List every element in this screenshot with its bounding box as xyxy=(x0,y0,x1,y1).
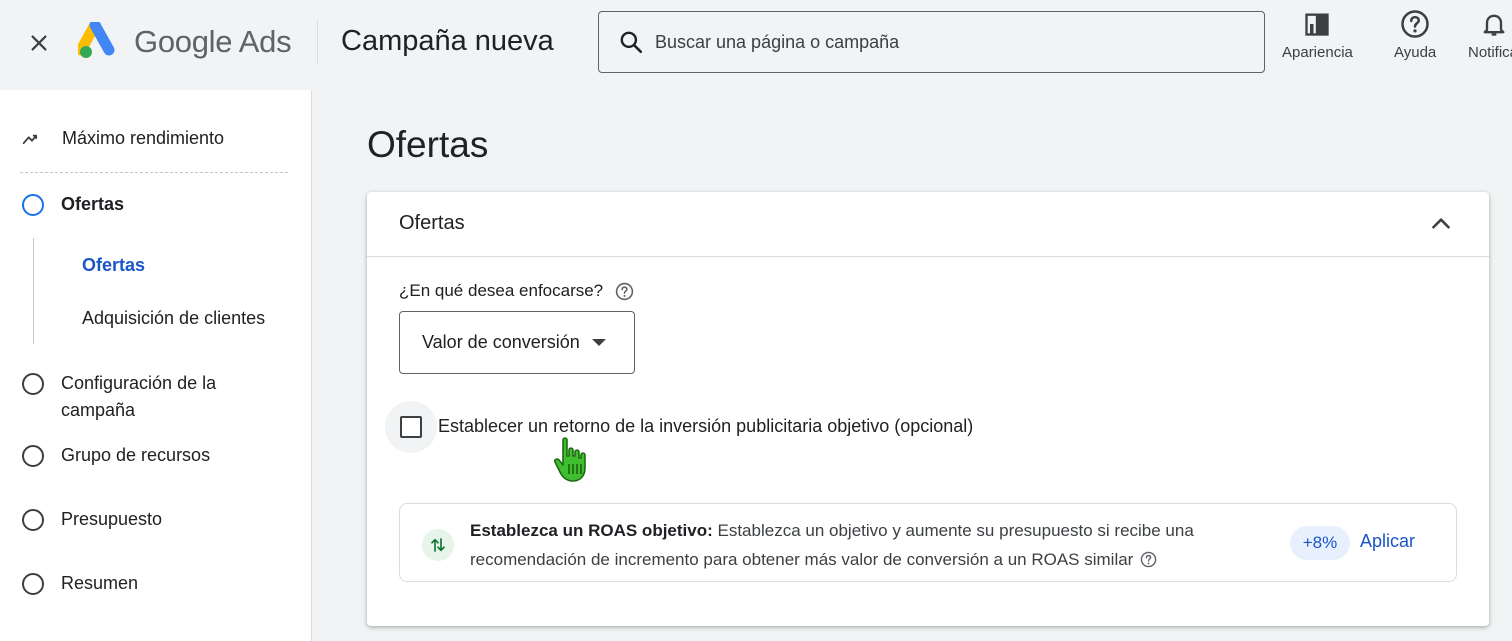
notifications-label: Notificaciones xyxy=(1468,44,1512,61)
campaign-type-label: Máximo rendimiento xyxy=(62,128,225,148)
card-title: Ofertas xyxy=(399,212,465,234)
step-presupuesto-indicator xyxy=(22,509,44,531)
campaign-steps-sidebar: Máximo rendimiento Ofertas Ofertas Adqui… xyxy=(0,90,312,641)
close-icon xyxy=(31,35,47,51)
appearance-icon xyxy=(1301,8,1333,40)
step-ofertas-indicator xyxy=(22,194,44,216)
notifications-button[interactable]: Notificaciones xyxy=(1468,8,1512,61)
recommendation-text: Establezca un ROAS objetivo: Establezca … xyxy=(470,516,1280,574)
roas-recommendation: Establezca un ROAS objetivo: Establezca … xyxy=(399,503,1457,582)
substep-adquisicion-clientes[interactable]: Adquisición de clientes xyxy=(82,308,265,329)
step-configuracion[interactable]: Configuración de la campaña xyxy=(22,373,282,424)
top-app-bar: Google Ads Campaña nueva Apariencia Ayud… xyxy=(0,0,1512,90)
step-ofertas-label: Ofertas xyxy=(61,194,125,214)
collapse-button[interactable] xyxy=(1425,208,1457,240)
roas-checkbox[interactable] xyxy=(385,401,437,453)
focus-question-text: ¿En qué desea enfocarse? xyxy=(399,281,604,300)
swap-vert-icon xyxy=(422,529,454,561)
substep-ofertas[interactable]: Ofertas xyxy=(82,255,145,276)
step-configuracion-indicator xyxy=(22,373,44,395)
close-button[interactable] xyxy=(20,24,58,62)
search-box[interactable] xyxy=(598,11,1265,73)
step-resumen-indicator xyxy=(22,573,44,595)
help-button[interactable]: Ayuda xyxy=(1394,8,1436,61)
search-input[interactable] xyxy=(655,31,1215,53)
help-label: Ayuda xyxy=(1394,44,1437,61)
focus-question: ¿En qué desea enfocarse? xyxy=(399,281,634,301)
brand-ads: Ads xyxy=(238,24,292,59)
uplift-badge: +8% xyxy=(1290,526,1350,560)
trending-icon xyxy=(22,132,40,146)
step-grupo-recursos[interactable]: Grupo de recursos xyxy=(22,445,210,469)
header-divider xyxy=(317,20,318,64)
sidebar-divider xyxy=(20,172,288,173)
pointer-hand-icon xyxy=(554,437,586,482)
roas-checkbox-label[interactable]: Establecer un retorno de la inversión pu… xyxy=(438,416,973,437)
step-resumen-label: Resumen xyxy=(61,573,139,593)
focus-select-value: Valor de conversión xyxy=(422,332,580,352)
step-ofertas[interactable]: Ofertas xyxy=(22,194,124,218)
brand-name: Google Ads xyxy=(134,24,292,60)
step-grupo-recursos-indicator xyxy=(22,445,44,467)
help-icon xyxy=(1399,8,1431,40)
brand-google: Google xyxy=(134,24,233,59)
appearance-button[interactable]: Apariencia xyxy=(1282,8,1353,61)
page-heading: Campaña nueva xyxy=(341,25,554,57)
step-presupuesto[interactable]: Presupuesto xyxy=(22,509,162,533)
step-grupo-recursos-label: Grupo de recursos xyxy=(61,445,211,465)
search-icon xyxy=(617,28,645,56)
step-configuracion-label: Configuración de la campaña xyxy=(61,373,217,420)
step-resumen[interactable]: Resumen xyxy=(22,573,138,597)
main-title: Ofertas xyxy=(367,124,489,165)
chevron-up-icon xyxy=(1432,218,1450,229)
focus-select[interactable]: Valor de conversión xyxy=(399,311,635,374)
step-connector xyxy=(33,238,34,344)
recommendation-title: Establezca un ROAS objetivo: xyxy=(470,521,713,540)
dropdown-arrow-icon xyxy=(591,338,606,346)
campaign-type[interactable]: Máximo rendimiento xyxy=(22,128,224,149)
bell-icon xyxy=(1478,8,1510,40)
help-icon[interactable] xyxy=(615,282,634,301)
help-icon[interactable] xyxy=(1140,551,1157,568)
apply-button[interactable]: Aplicar xyxy=(1360,531,1415,552)
step-presupuesto-label: Presupuesto xyxy=(61,509,163,529)
bidding-card: Ofertas ¿En qué desea enfocarse? Valor d… xyxy=(367,192,1489,626)
google-ads-logo xyxy=(75,19,120,60)
roas-checkbox-box xyxy=(400,416,422,438)
appearance-label: Apariencia xyxy=(1282,44,1353,61)
card-header: Ofertas xyxy=(367,192,1489,257)
